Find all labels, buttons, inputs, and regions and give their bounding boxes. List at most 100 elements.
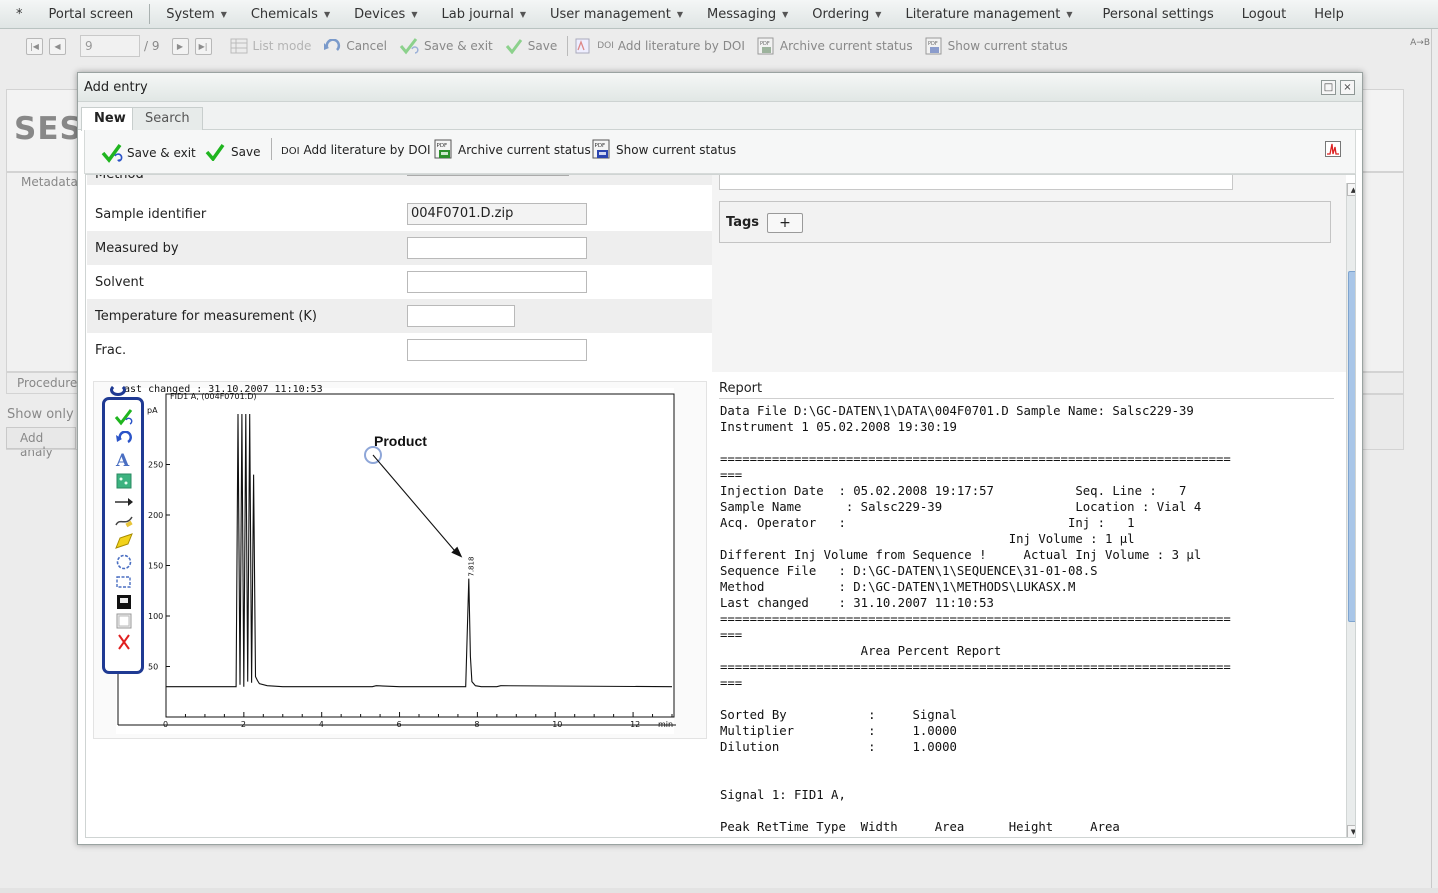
page-number-input[interactable]: 9 xyxy=(80,35,140,57)
arrow-tool-icon[interactable] xyxy=(113,493,135,511)
show-status-button[interactable]: PDF Show current status xyxy=(592,139,736,160)
next-page-icon[interactable]: ▶ xyxy=(171,37,189,55)
image-tool-icon[interactable] xyxy=(113,472,135,490)
temperature-field[interactable] xyxy=(407,305,515,327)
menu-personal-settings[interactable]: Personal settings xyxy=(1084,0,1225,29)
menu-portal-screen[interactable]: Portal screen xyxy=(37,0,146,29)
fill-color-icon[interactable] xyxy=(113,593,135,611)
highlight-tool-icon[interactable] xyxy=(113,532,135,550)
add-analytics-button[interactable]: Add analy xyxy=(6,427,76,459)
entry-form-scrollarea[interactable]: Method Sample identifier 004F0701.D.zip … xyxy=(85,174,1356,838)
x-unit-label: min xyxy=(658,720,673,729)
menu-help[interactable]: Help xyxy=(1298,0,1356,29)
undo-icon[interactable] xyxy=(113,429,135,447)
archive-status-button[interactable]: PDF Archive current status xyxy=(434,139,591,160)
close-button[interactable]: × xyxy=(1340,80,1355,95)
rectangle-tool-icon[interactable] xyxy=(113,573,135,591)
pdf-archive-icon: PDF xyxy=(434,139,452,159)
delete-icon[interactable] xyxy=(113,633,135,651)
x-tick-label: 4 xyxy=(319,720,324,729)
previous-page-icon[interactable]: ◀ xyxy=(49,37,66,55)
show-status-button[interactable]: PDF Show current status xyxy=(925,37,1068,55)
report-line xyxy=(720,803,1336,819)
save-exit-button[interactable]: Save & exit xyxy=(399,37,493,55)
page-title: SES xyxy=(14,111,83,147)
menu-devices[interactable]: Devices ▼ xyxy=(342,0,429,29)
y-tick-label: 50 xyxy=(148,663,158,672)
cancel-button[interactable]: Cancel xyxy=(323,39,387,53)
text-tool-icon[interactable]: A xyxy=(113,450,135,468)
menu-system[interactable]: System ▼ xyxy=(154,0,239,29)
freehand-tool-icon[interactable] xyxy=(113,512,135,530)
archive-label: Archive current status xyxy=(458,142,591,157)
menu-ordering[interactable]: Ordering ▼ xyxy=(800,0,893,29)
x-tick-label: 2 xyxy=(241,720,246,729)
list-mode-button[interactable]: List mode xyxy=(230,38,311,54)
show-status-label: Show current status xyxy=(947,39,1068,53)
cancel-label: Cancel xyxy=(346,39,387,53)
tab-new[interactable]: New xyxy=(81,107,139,131)
report-line: Sequence File : D:\GC-DATEN\1\SEQUENCE\3… xyxy=(720,564,1098,578)
add-entry-dialog: Add entry □ × New Search Save & exit Sav… xyxy=(77,72,1363,845)
dialog-titlebar[interactable]: Add entry □ × xyxy=(78,73,1362,102)
circle-tool-icon[interactable] xyxy=(113,553,135,571)
menu-label: Devices xyxy=(354,6,406,22)
scroll-down-icon[interactable]: ▼ xyxy=(1347,825,1355,837)
report-line xyxy=(720,435,1336,451)
y-unit-label: pA xyxy=(147,406,158,415)
menu-label: Portal screen xyxy=(48,6,134,22)
tab-search[interactable]: Search xyxy=(132,107,203,130)
frac-row: Frac. xyxy=(87,333,712,367)
menu-chemicals[interactable]: Chemicals ▼ xyxy=(239,0,342,29)
add-tag-button[interactable]: + xyxy=(767,213,803,233)
maximize-button[interactable]: □ xyxy=(1321,80,1336,95)
menu-label: Logout xyxy=(1241,6,1287,22)
svg-text:A: A xyxy=(115,451,130,467)
frac-field[interactable] xyxy=(407,339,587,361)
svg-text:PDF: PDF xyxy=(760,41,770,47)
solvent-field[interactable] xyxy=(407,271,587,293)
menu-logout[interactable]: Logout xyxy=(1226,0,1299,29)
description-textarea[interactable] xyxy=(719,175,1233,190)
save-button[interactable]: Save xyxy=(505,38,557,54)
last-page-icon[interactable]: ▶| xyxy=(194,37,212,55)
literature-icon xyxy=(575,38,590,54)
border-color-icon[interactable] xyxy=(113,612,135,630)
method-select[interactable] xyxy=(407,175,569,176)
save-button[interactable]: Save xyxy=(205,143,260,161)
save-label: Save xyxy=(527,39,558,53)
sample-identifier-field[interactable]: 004F0701.D.zip xyxy=(407,203,587,225)
save-exit-button[interactable]: Save & exit xyxy=(101,143,196,163)
chevron-down-icon: ▼ xyxy=(220,9,227,19)
corner-arrows-icon[interactable]: A→B xyxy=(1410,38,1430,48)
report-line xyxy=(720,691,1336,707)
archive-status-button[interactable]: PDF Archive current status xyxy=(757,37,913,55)
menu-lab-journal[interactable]: Lab journal ▼ xyxy=(429,0,538,29)
chromatogram-chart[interactable]: Last changed : 31.10.2007 11:10:53FID1 A… xyxy=(94,382,708,740)
menu-messaging[interactable]: Messaging ▼ xyxy=(695,0,800,29)
save-exit-label: Save & exit xyxy=(127,146,196,160)
x-tick-label: 12 xyxy=(630,720,640,729)
menu-label: Chemicals xyxy=(250,6,318,22)
menu-label: Help xyxy=(1314,6,1344,22)
procedure-label: Procedure xyxy=(17,376,78,390)
x-tick-label: 6 xyxy=(397,720,402,729)
scroll-thumb[interactable] xyxy=(1348,271,1355,622)
scroll-up-icon[interactable]: ▲ xyxy=(1347,183,1355,196)
add-literature-doi-button[interactable]: DOI Add literature by DOI xyxy=(574,38,745,54)
chromatogram-panel[interactable]: Last changed : 31.10.2007 11:10:53 FID1 A… xyxy=(93,381,707,739)
measured-by-field[interactable] xyxy=(407,237,587,259)
signal-label: FID1 A, (004F0701.D) xyxy=(170,392,257,401)
toolbar-handle-icon[interactable] xyxy=(110,384,126,396)
first-page-icon[interactable]: |◀ xyxy=(26,37,43,55)
add-literature-doi-button[interactable]: DOI Add literature by DOI xyxy=(281,143,431,157)
spectrum-icon[interactable] xyxy=(1325,141,1341,157)
menu-user-management[interactable]: User management ▼ xyxy=(538,0,695,29)
menu-star[interactable]: * xyxy=(0,0,37,29)
checkmark-icon xyxy=(205,143,225,161)
apply-icon[interactable] xyxy=(113,408,135,426)
menu-literature-management[interactable]: Literature management ▼ xyxy=(893,0,1084,29)
annotation-toolbar: A xyxy=(102,397,144,674)
menu-label: Personal settings xyxy=(1102,6,1214,22)
vertical-scrollbar[interactable]: ▲ ▼ xyxy=(1346,183,1355,837)
